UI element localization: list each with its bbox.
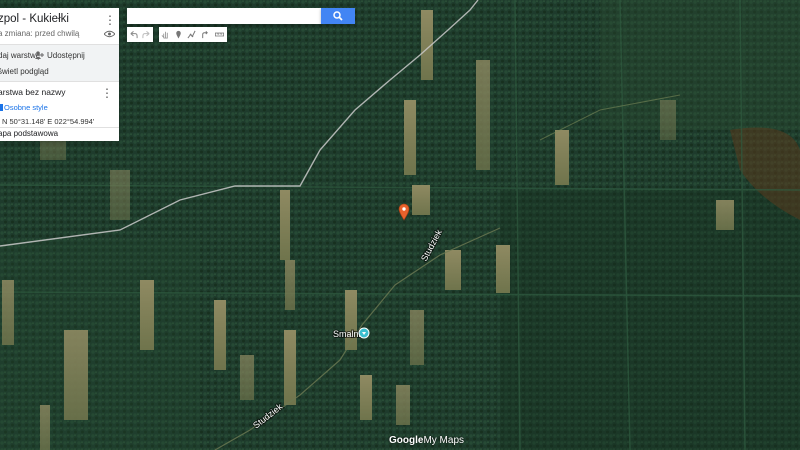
undo-button[interactable] bbox=[127, 27, 140, 42]
panel-actions-bar: daj warstwę Udostępnij świetl podgląd bbox=[0, 44, 119, 82]
google-my-maps-logo: GoogleMy Maps bbox=[389, 435, 464, 446]
coordinates-item[interactable]: N 50°31.148' E 022°54.994' bbox=[2, 117, 119, 126]
map-title[interactable]: zpol - Kukiełki bbox=[0, 13, 119, 25]
preview-button[interactable]: świetl podgląd bbox=[0, 67, 49, 76]
search-icon bbox=[333, 11, 343, 21]
add-directions-button[interactable] bbox=[198, 27, 211, 42]
history-toolbar bbox=[127, 27, 153, 42]
layer-style-link[interactable]: Osobne style bbox=[0, 103, 119, 112]
poi-pin-icon[interactable] bbox=[358, 327, 370, 339]
map-details-panel: zpol - Kukiełki ⋮ a zmiana: przed chwilą… bbox=[0, 8, 119, 141]
marker-icon bbox=[176, 30, 181, 39]
search-button[interactable] bbox=[321, 8, 355, 24]
add-person-icon bbox=[35, 51, 45, 61]
layer-style-label: Osobne style bbox=[4, 103, 48, 112]
style-icon bbox=[0, 104, 3, 111]
redo-icon bbox=[142, 30, 150, 39]
preview-eye-icon[interactable] bbox=[104, 30, 115, 38]
route-icon bbox=[202, 30, 208, 39]
mymaps-logo-text: My Maps bbox=[423, 435, 465, 446]
share-button[interactable]: Udostępnij bbox=[47, 51, 85, 60]
undo-icon bbox=[130, 30, 138, 39]
redo-button[interactable] bbox=[140, 27, 153, 42]
satellite-map[interactable]: Studziek Smalnik Studziek bbox=[0, 0, 800, 450]
layer-options-kebab-icon[interactable]: ⋮ bbox=[101, 87, 113, 99]
hand-icon bbox=[161, 31, 168, 39]
map-options-kebab-icon[interactable]: ⋮ bbox=[104, 14, 116, 26]
line-icon bbox=[187, 30, 196, 39]
divider bbox=[0, 127, 119, 128]
search-input[interactable] bbox=[127, 8, 321, 24]
draw-line-button[interactable] bbox=[185, 27, 198, 42]
base-map-toggle[interactable]: apa podstawowa bbox=[0, 129, 119, 138]
select-tool-button[interactable] bbox=[159, 27, 172, 42]
last-edit-text: a zmiana: przed chwilą bbox=[0, 29, 80, 38]
tools-toolbar bbox=[159, 27, 227, 42]
measure-button[interactable] bbox=[211, 27, 227, 42]
google-logo-text: Google bbox=[389, 435, 424, 446]
add-marker-button[interactable] bbox=[172, 27, 185, 42]
ruler-icon bbox=[214, 32, 224, 37]
